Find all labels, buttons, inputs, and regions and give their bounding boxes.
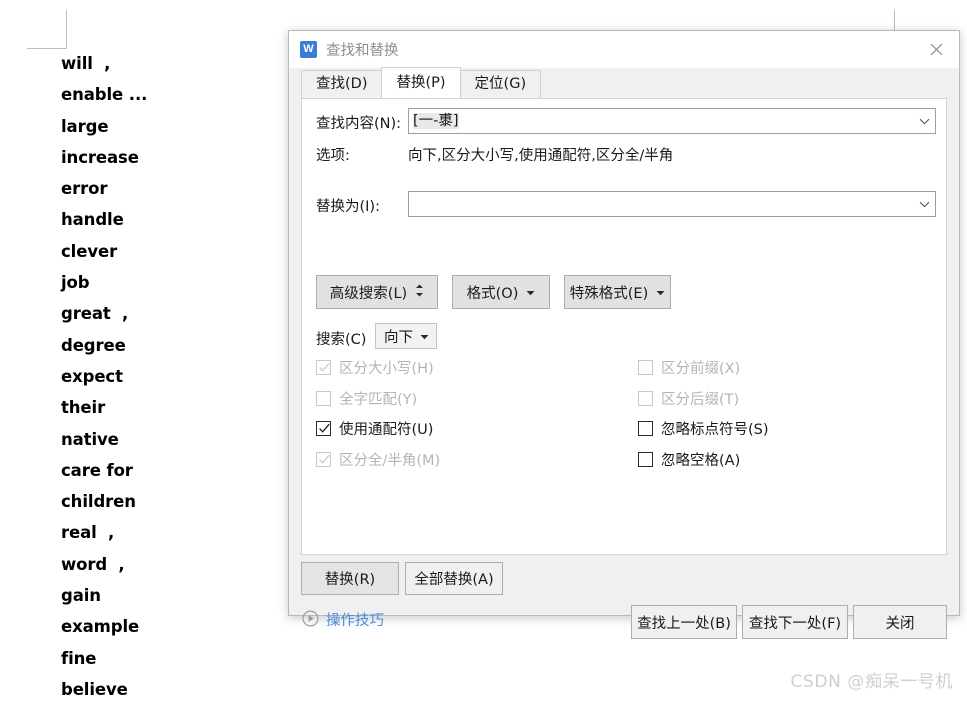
- find-next-button[interactable]: 查找下一处(F): [742, 605, 848, 639]
- document-word: job: [61, 273, 90, 293]
- wps-writer-icon: [300, 40, 317, 58]
- checkbox-icon: [316, 360, 331, 375]
- watermark: CSDN @痴呆一号机: [790, 672, 953, 692]
- find-what-input[interactable]: [一-鿿]: [409, 109, 913, 133]
- caret-down-icon: [526, 284, 535, 300]
- special-format-label: 特殊格式(E): [569, 285, 649, 302]
- document-word: will ,: [61, 54, 111, 73]
- document-word: example: [61, 617, 140, 637]
- format-label: 格式(O): [466, 285, 519, 302]
- document-word: expect: [61, 366, 123, 386]
- find-what-label: 查找内容(N):: [316, 116, 402, 132]
- chevron-down-icon[interactable]: [913, 192, 935, 216]
- tab-goto[interactable]: 定位(G): [459, 70, 542, 98]
- find-next-label: 查找下一处(F): [748, 615, 842, 632]
- checkbox-icon: [316, 390, 331, 406]
- find-previous-label: 查找上一处(B): [637, 615, 731, 632]
- tab-label: 定位(G): [474, 76, 527, 92]
- search-option-right-checkbox-row[interactable]: 忽略空格(A): [638, 449, 740, 470]
- document-word: children: [61, 492, 136, 512]
- document-word: error: [61, 179, 108, 199]
- find-and-replace-dialog: 查找和替换 查找(D) 替换(P) 定位(G) 查找内容(N): [一-鿿] 选项:…: [288, 30, 960, 639]
- checkbox-label: 忽略标点符号(S): [661, 422, 769, 439]
- document-word: increase: [61, 147, 139, 167]
- close-icon[interactable]: [913, 31, 959, 68]
- replace-button[interactable]: 替换(R): [301, 562, 399, 595]
- document-word: large: [61, 116, 109, 136]
- dialog-tabs: 查找(D) 替换(P) 定位(G): [301, 67, 947, 98]
- tab-label: 查找(D): [316, 76, 368, 92]
- document-word: care for: [61, 460, 133, 480]
- search-option-right-checkbox-row[interactable]: 忽略标点符号(S): [638, 418, 769, 439]
- document-word: native: [61, 429, 119, 449]
- caret-down-icon: [656, 284, 665, 300]
- document-word: handle: [61, 210, 124, 230]
- checkbox-icon[interactable]: [638, 452, 653, 468]
- document-word: real ,: [61, 523, 115, 543]
- document-word: word ,: [61, 554, 125, 574]
- search-option-left-checkbox-row: 区分全/半角(M): [316, 449, 440, 470]
- document-word-list: will , enable ... large increase error handle…: [61, 48, 261, 705]
- document-word: gain: [61, 586, 101, 606]
- document-word: great ,: [61, 304, 129, 324]
- document-word: clever: [61, 241, 118, 261]
- advanced-search-label: 高级搜索(L): [329, 285, 408, 302]
- play-circle-icon: [302, 609, 319, 630]
- document-word: their: [61, 398, 106, 418]
- options-value: 向下,区分大小写,使用通配符,区分全/半角: [408, 148, 674, 164]
- checkbox-label: 区分后缀(T): [661, 391, 740, 408]
- options-label: 选项:: [316, 148, 350, 164]
- checkbox-icon: [638, 360, 653, 375]
- page-margin-mark-top-left-vertical: [66, 10, 67, 48]
- checkbox-label: 使用通配符(U): [339, 422, 434, 439]
- search-option-left-checkbox-row[interactable]: 使用通配符(U): [316, 418, 433, 439]
- search-option-left-checkbox-row: 全字匹配(Y): [316, 388, 417, 409]
- checkbox-icon: [316, 452, 331, 468]
- replace-all-button-label: 全部替换(A): [414, 572, 494, 588]
- tab-replace[interactable]: 替换(P): [381, 67, 461, 98]
- dialog-title: 查找和替换: [326, 43, 399, 59]
- checkbox-label: 忽略空格(A): [661, 453, 741, 470]
- replace-tab-panel: 查找内容(N): [一-鿿] 选项: 向下,区分大小写,使用通配符,区分全/半角…: [301, 98, 947, 555]
- replace-with-label: 替换为(I):: [316, 199, 380, 215]
- document-word: believe: [61, 679, 128, 699]
- checkbox-label: 区分全/半角(M): [339, 453, 441, 470]
- checkbox-icon[interactable]: [638, 421, 653, 437]
- search-direction-dropdown[interactable]: 向下: [375, 323, 437, 349]
- replace-all-button[interactable]: 全部替换(A): [405, 562, 503, 595]
- search-direction-value: 向下: [384, 329, 413, 346]
- advanced-search-button[interactable]: 高级搜索(L): [316, 275, 438, 309]
- search-direction-label: 搜索(C): [316, 332, 367, 348]
- document-word: fine: [61, 648, 97, 668]
- special-format-button[interactable]: 特殊格式(E): [564, 275, 671, 309]
- operation-tips-label: 操作技巧: [326, 613, 384, 629]
- checkbox-icon[interactable]: [316, 421, 331, 437]
- find-what-combobox[interactable]: [一-鿿]: [408, 108, 936, 134]
- checkbox-icon: [638, 390, 653, 406]
- tab-find[interactable]: 查找(D): [301, 70, 383, 98]
- replace-with-combobox[interactable]: [408, 191, 936, 217]
- search-option-right-checkbox-row: 区分后缀(T): [638, 388, 739, 409]
- updown-arrow-icon: [415, 284, 424, 301]
- search-option-right-checkbox-row: 区分前缀(X): [638, 357, 740, 378]
- checkbox-label: 区分前缀(X): [661, 361, 741, 377]
- checkbox-label: 区分大小写(H): [339, 361, 434, 377]
- tab-label: 替换(P): [396, 75, 446, 91]
- chevron-down-icon[interactable]: [913, 109, 935, 133]
- page-margin-mark-top-left: [27, 10, 67, 49]
- close-dialog-button[interactable]: 关闭: [853, 605, 947, 639]
- document-word: enable ...: [61, 85, 148, 105]
- caret-down-icon: [420, 328, 429, 344]
- replace-button-label: 替换(R): [324, 572, 376, 588]
- document-word: degree: [61, 335, 126, 355]
- close-dialog-label: 关闭: [885, 615, 915, 632]
- dialog-titlebar: 查找和替换: [289, 31, 959, 68]
- checkbox-label: 全字匹配(Y): [339, 391, 418, 408]
- operation-tips-link[interactable]: 操作技巧: [302, 609, 384, 630]
- find-previous-button[interactable]: 查找上一处(B): [631, 605, 737, 639]
- search-option-left-checkbox-row: 区分大小写(H): [316, 357, 434, 378]
- format-button[interactable]: 格式(O): [452, 275, 550, 309]
